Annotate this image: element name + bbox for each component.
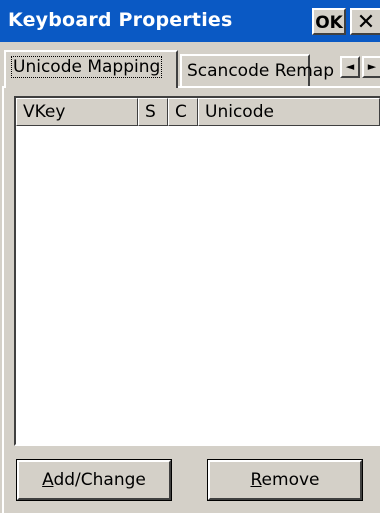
column-header-vkey[interactable]: VKey xyxy=(16,98,138,126)
button-label: emove xyxy=(261,470,320,490)
column-header-s[interactable]: S xyxy=(138,98,168,126)
tab-unicode-mapping[interactable]: Unicode Mapping xyxy=(4,50,178,88)
title-bar: Keyboard Properties OK ✕ xyxy=(0,0,380,42)
remove-button[interactable]: Remove xyxy=(207,459,363,501)
mnemonic: A xyxy=(42,470,54,490)
column-header-c[interactable]: C xyxy=(168,98,198,126)
unicode-mapping-list[interactable]: VKey S C Unicode xyxy=(14,96,380,446)
tab-scancode-remap[interactable]: Scancode Remap xyxy=(180,54,334,86)
window-title: Keyboard Properties xyxy=(8,9,233,31)
scroll-left-icon[interactable]: ◄ xyxy=(340,56,360,78)
ok-button[interactable]: OK xyxy=(312,8,346,35)
button-label: dd/Change xyxy=(53,470,146,490)
add-change-button[interactable]: Add/Change xyxy=(16,459,172,501)
mnemonic: R xyxy=(250,470,262,490)
tab-label: Unicode Mapping xyxy=(11,56,163,78)
tab-label: Scancode Remap xyxy=(187,61,335,81)
close-icon[interactable]: ✕ xyxy=(350,8,380,35)
column-header-unicode[interactable]: Unicode xyxy=(198,98,380,126)
scroll-right-icon[interactable]: ► xyxy=(362,56,380,78)
tab-strip: Unicode Mapping Scancode Remap ◄ ► xyxy=(0,42,380,88)
